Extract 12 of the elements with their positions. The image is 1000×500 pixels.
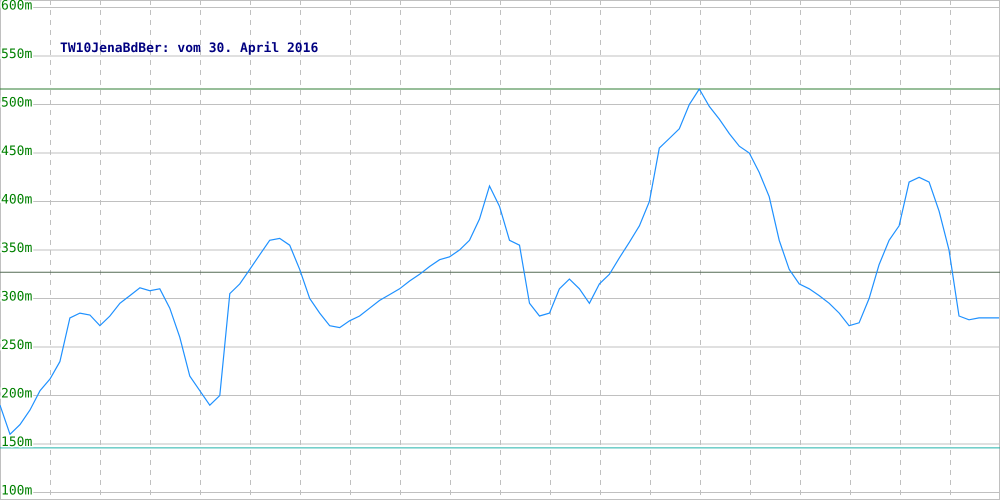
- y-tick-label: 600m: [1, 0, 32, 14]
- y-tick-label: 100m: [1, 484, 32, 498]
- y-tick-label: 250m: [1, 338, 32, 353]
- y-tick-label: 150m: [1, 435, 32, 450]
- y-tick-label: 500m: [1, 96, 32, 110]
- y-tick-label: 300m: [1, 290, 32, 304]
- y-tick-label: 450m: [1, 144, 32, 159]
- y-tick-label: 400m: [1, 192, 32, 208]
- y-tick-label: 200m: [1, 386, 32, 402]
- y-tick-label: 550m: [1, 47, 32, 62]
- y-tick-label: 350m: [1, 241, 32, 256]
- chart-title: TW10JenaBdBer: vom 30. April 2016: [60, 41, 318, 56]
